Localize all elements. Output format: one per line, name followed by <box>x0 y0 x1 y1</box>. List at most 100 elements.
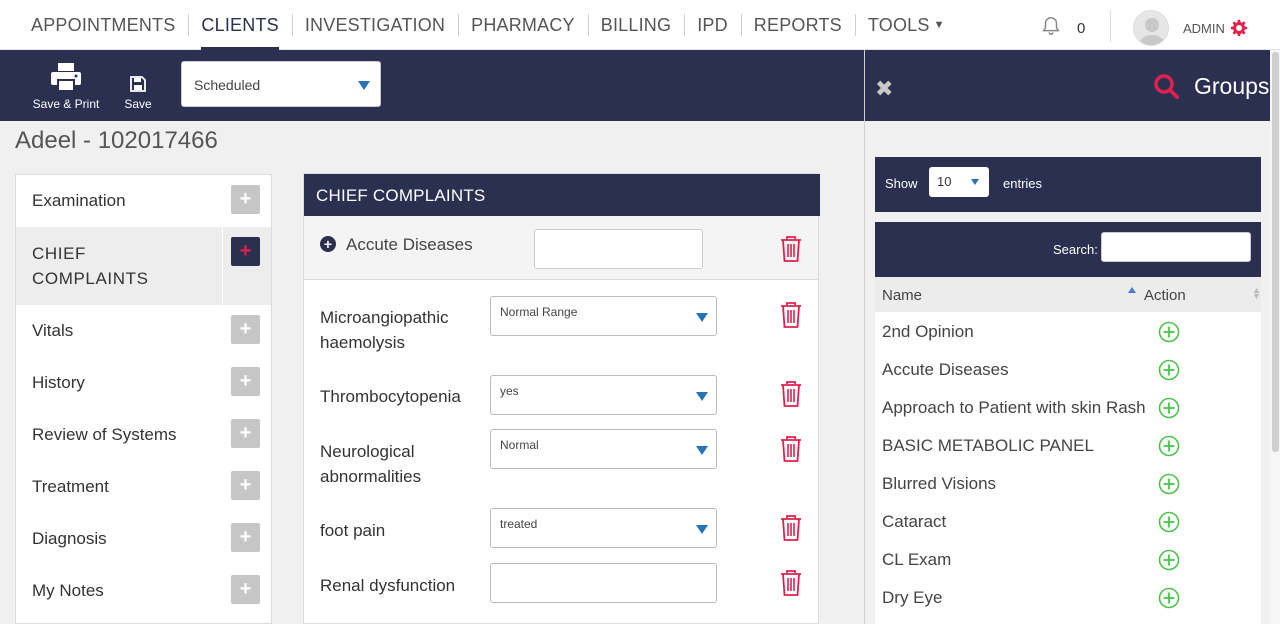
sidebar-item-label: Vitals <box>32 321 74 340</box>
main-menu: APPOINTMENTS CLIENTS INVESTIGATION PHARM… <box>18 0 958 50</box>
dropdown-arrow-icon <box>696 525 708 534</box>
nav-clients[interactable]: CLIENTS <box>188 0 291 50</box>
group-name: Approach to Patient with skin Rash <box>882 398 1146 417</box>
nav-appointments[interactable]: APPOINTMENTS <box>18 0 188 50</box>
sidebar-item-label: Examination <box>32 191 126 210</box>
sidebar-item-diagnosis[interactable]: Diagnosis + <box>16 513 271 565</box>
trash-icon[interactable] <box>780 515 802 541</box>
trash-icon[interactable] <box>780 570 802 596</box>
save-button[interactable]: Save <box>120 76 156 111</box>
complaint-value-input[interactable] <box>490 563 717 603</box>
sidebar-item-examination[interactable]: Examination + <box>16 175 271 227</box>
search-icon[interactable] <box>1153 73 1179 99</box>
group-name: CL Exam <box>882 550 952 569</box>
sidebar-item-label: Treatment <box>32 477 109 496</box>
printer-icon <box>51 63 81 92</box>
add-circle-icon[interactable] <box>1158 511 1180 533</box>
entries-length-bar: Show 10 entries <box>875 157 1261 212</box>
gear-icon[interactable] <box>1230 19 1248 37</box>
sidebar-item-treatment[interactable]: Treatment + <box>16 461 271 513</box>
expand-plus-icon[interactable]: + <box>231 419 260 448</box>
sidebar-item-label: Review of Systems <box>32 425 177 444</box>
toolbar: Save & Print Save Scheduled <box>0 50 864 121</box>
trash-icon[interactable] <box>780 381 802 407</box>
complaint-value-select[interactable]: yes <box>490 375 717 415</box>
add-circle-icon[interactable] <box>1158 397 1180 419</box>
add-circle-icon[interactable] <box>1158 359 1180 381</box>
chevron-down-icon: ▼ <box>933 19 945 31</box>
top-navbar: APPOINTMENTS CLIENTS INVESTIGATION PHARM… <box>0 0 1280 50</box>
add-circle-icon[interactable] <box>1158 473 1180 495</box>
add-circle-icon[interactable] <box>1158 435 1180 457</box>
expand-plus-icon[interactable]: + <box>231 315 260 344</box>
column-header-action[interactable]: Action <box>1144 287 1186 304</box>
complaint-value-select[interactable]: Normal Range <box>490 296 717 336</box>
floppy-disk-icon <box>130 76 146 92</box>
add-plus-icon[interactable]: + <box>231 237 260 266</box>
table-header: Name Action ▲ ▼ <box>875 277 1261 312</box>
table-row: Approach to Patient with skin Rash <box>875 389 1261 427</box>
group-name: Dry Eye <box>882 588 943 607</box>
notification-count: 0 <box>1077 20 1086 37</box>
groups-title: Groups <box>1194 73 1270 99</box>
status-value: Scheduled <box>194 77 261 93</box>
complaint-value-select[interactable]: Normal <box>490 429 717 469</box>
panel-title: CHIEF COMPLAINTS <box>304 174 820 216</box>
add-complaint-row: + Accute Diseases <box>304 216 818 280</box>
trash-icon[interactable] <box>780 236 802 262</box>
bell-icon[interactable] <box>1040 15 1062 37</box>
sidebar-item-vitals[interactable]: Vitals + <box>16 305 271 357</box>
group-name: Blurred Visions <box>882 474 997 493</box>
entries-label: entries <box>1003 176 1043 191</box>
group-name: Accute Diseases <box>882 360 1009 379</box>
sidebar-item-chief-complaints[interactable]: CHIEF COMPLAINTS + <box>16 227 271 305</box>
search-label: Search: <box>1053 242 1098 257</box>
entries-value: 10 <box>937 174 952 189</box>
close-icon[interactable]: ✖ <box>875 76 893 102</box>
dropdown-arrow-icon <box>696 392 708 401</box>
user-label[interactable]: ADMIN <box>1183 21 1225 36</box>
status-select[interactable]: Scheduled <box>181 61 381 107</box>
column-header-name[interactable]: Name <box>882 287 922 304</box>
table-row: 2nd Opinion <box>875 313 1261 351</box>
dropdown-arrow-icon <box>971 179 979 185</box>
expand-plus-icon[interactable]: + <box>231 367 260 396</box>
table-search-bar: Search: <box>875 222 1261 277</box>
complaint-value-select[interactable]: treated <box>490 508 717 548</box>
expand-plus-icon[interactable]: + <box>231 185 260 214</box>
trash-icon[interactable] <box>780 436 802 462</box>
group-name: 2nd Opinion <box>882 322 974 341</box>
add-circle-icon[interactable] <box>1158 549 1180 571</box>
search-input[interactable] <box>1101 232 1251 262</box>
nav-investigation[interactable]: INVESTIGATION <box>291 0 458 50</box>
table-row: Accute Diseases <box>875 351 1261 389</box>
nav-tools[interactable]: TOOLS ▼ <box>854 0 958 50</box>
sidebar-item-history[interactable]: History + <box>16 357 271 409</box>
add-complaint-input[interactable] <box>534 229 703 269</box>
entries-select[interactable]: 10 <box>929 167 989 197</box>
avatar[interactable] <box>1133 10 1169 46</box>
add-circle-icon[interactable] <box>1158 321 1180 343</box>
dropdown-arrow-icon <box>696 313 708 322</box>
expand-plus-icon[interactable]: + <box>231 575 260 604</box>
nav-pharmacy[interactable]: PHARMACY <box>458 0 588 50</box>
save-print-button[interactable]: Save & Print <box>28 62 104 111</box>
complaint-label: Renal dysfunction <box>320 576 456 595</box>
trash-icon[interactable] <box>780 302 802 328</box>
nav-billing[interactable]: BILLING <box>587 0 684 50</box>
expand-plus-icon[interactable]: + <box>231 523 260 552</box>
sidebar-item-my-notes[interactable]: My Notes + <box>16 565 271 617</box>
sort-ascending-icon[interactable] <box>1128 287 1136 293</box>
add-circle-icon[interactable]: + <box>320 236 336 252</box>
expand-plus-icon[interactable]: + <box>231 471 260 500</box>
sidebar-item-label: History <box>32 373 85 392</box>
sidebar-item-review-of-systems[interactable]: Review of Systems + <box>16 409 271 461</box>
add-circle-icon[interactable] <box>1158 587 1180 609</box>
table-row: CL Exam <box>875 541 1261 579</box>
complaint-value: yes <box>500 384 519 398</box>
sort-icon[interactable]: ▲ ▼ <box>1252 286 1261 301</box>
nav-reports[interactable]: REPORTS <box>740 0 855 50</box>
complaint-label: foot pain <box>320 521 386 540</box>
nav-ipd[interactable]: IPD <box>684 0 741 50</box>
scrollbar-thumb[interactable] <box>1272 52 1279 452</box>
